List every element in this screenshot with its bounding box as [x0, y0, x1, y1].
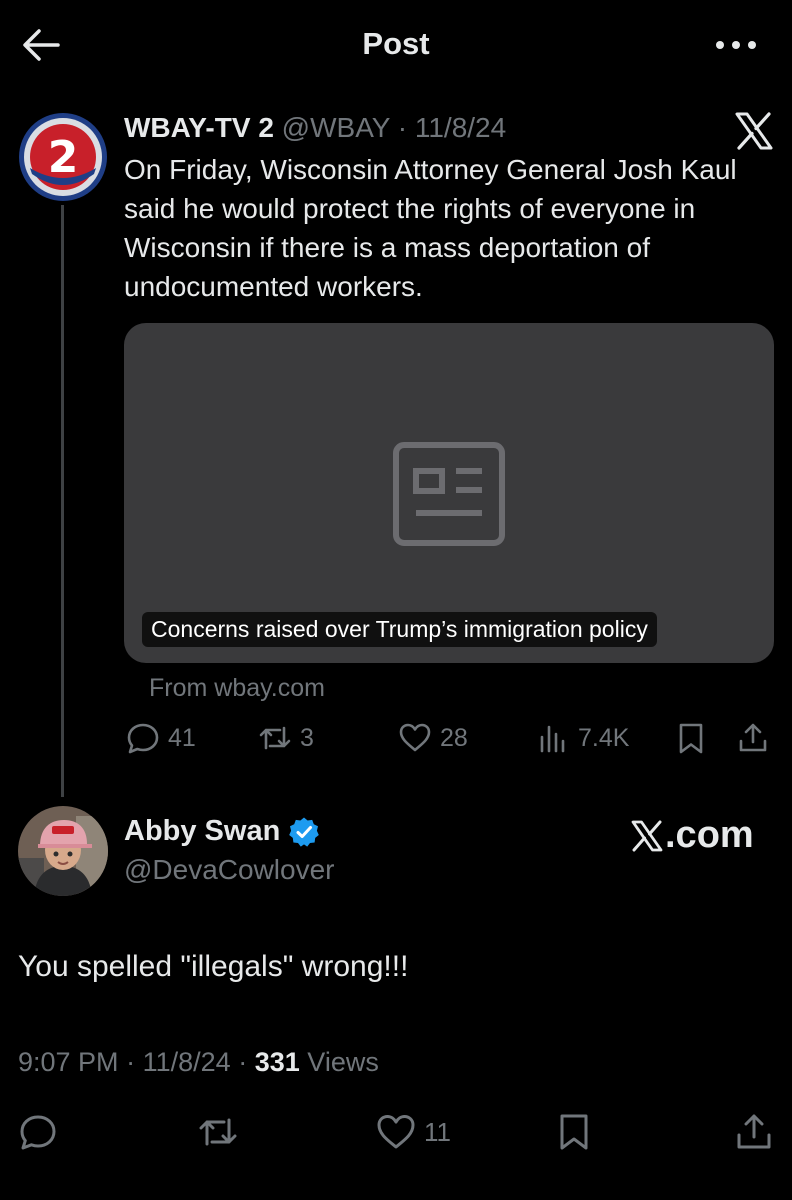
bookmark-icon [679, 723, 703, 754]
like-button[interactable]: 28 [398, 720, 468, 756]
post-time: 9:07 PM [18, 1047, 119, 1077]
like-button[interactable]: 11 [376, 1110, 451, 1154]
user-avatar[interactable] [18, 806, 108, 896]
views-button[interactable]: 7.4K [536, 720, 629, 756]
views-icon [540, 725, 565, 753]
link-source[interactable]: From wbay.com [149, 674, 325, 703]
like-icon [377, 1115, 415, 1149]
watermark-text: .com [665, 814, 754, 856]
separator-dot: · [126, 1047, 136, 1077]
separator-dot: · [397, 112, 408, 143]
author-handle[interactable]: @WBAY [282, 112, 390, 143]
reply-count: 41 [168, 723, 196, 752]
more-button[interactable] [712, 30, 760, 60]
repost-icon [199, 1118, 237, 1146]
page-title: Post [362, 26, 430, 61]
reply-author-handle[interactable]: @DevaCowlover [124, 854, 335, 886]
share-button[interactable] [736, 720, 770, 756]
like-count: 11 [424, 1116, 451, 1147]
repost-count: 3 [300, 723, 314, 752]
wbay-avatar[interactable]: 2 [18, 112, 108, 202]
view-count: 7.4K [578, 723, 630, 752]
bookmark-icon [560, 1114, 588, 1150]
link-card-title: Concerns raised over Trump’s immigration… [142, 612, 657, 647]
views-label: Views [307, 1047, 379, 1077]
reply-author-name[interactable]: Abby Swan [124, 815, 280, 848]
svg-text:2: 2 [48, 132, 79, 183]
x-logo-icon [631, 820, 663, 851]
thread-line [61, 205, 64, 797]
reply-text: You spelled "illegals" wrong!!! [18, 950, 409, 983]
reply-icon [127, 723, 159, 754]
author-name[interactable]: WBAY-TV 2 [124, 112, 274, 143]
news-article-icon [393, 442, 505, 546]
post-date: 11/8/24 [142, 1047, 231, 1077]
repost-icon [259, 726, 291, 750]
reply-button[interactable] [18, 1110, 58, 1154]
quoted-post-text: On Friday, Wisconsin Attorney General Jo… [124, 154, 737, 302]
bookmark-button[interactable] [554, 1110, 594, 1154]
x-com-watermark: .com [630, 814, 754, 857]
repost-button[interactable] [198, 1110, 238, 1154]
share-icon [739, 723, 767, 752]
repost-button[interactable]: 3 [258, 720, 314, 756]
like-icon [399, 723, 431, 752]
post-metadata: 9:07 PM · 11/8/24 · 331 Views [18, 1047, 379, 1078]
quoted-post-header: WBAY-TV 2 @WBAY · 11/8/24 [124, 112, 506, 144]
x-logo-icon [734, 112, 774, 150]
post-date: 11/8/24 [414, 112, 507, 143]
share-icon [737, 1114, 771, 1149]
more-icon [716, 41, 756, 49]
reply-button[interactable]: 41 [126, 720, 196, 756]
bookmark-button[interactable] [674, 720, 708, 756]
verified-icon [289, 817, 320, 847]
share-button[interactable] [734, 1110, 774, 1154]
like-count: 28 [440, 723, 468, 752]
reply-author: Abby Swan [124, 815, 320, 848]
view-count: 331 [254, 1047, 300, 1077]
reply-icon [20, 1115, 56, 1150]
link-card[interactable]: Concerns raised over Trump’s immigration… [124, 323, 774, 663]
separator-dot: · [238, 1047, 248, 1077]
